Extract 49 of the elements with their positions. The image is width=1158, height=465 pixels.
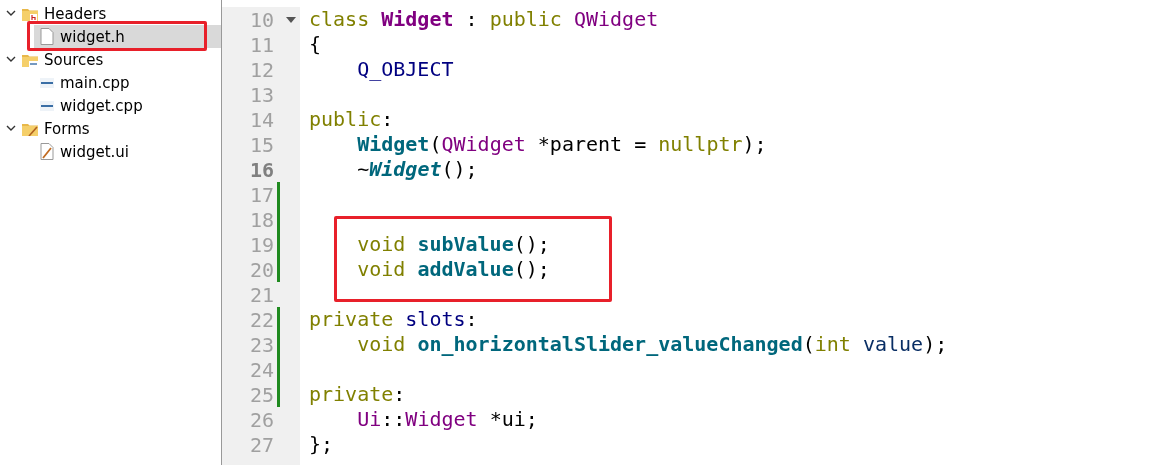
- line-number: 23: [248, 332, 274, 357]
- folder-icon: [22, 6, 38, 21]
- line-number: 15: [248, 132, 274, 157]
- tree-item[interactable]: main.cpp: [0, 71, 221, 94]
- tree-item[interactable]: Sources: [0, 48, 221, 71]
- source-file-icon: [40, 76, 54, 89]
- line-number: 27: [248, 432, 274, 457]
- line-number: 24: [248, 357, 274, 382]
- tree-item[interactable]: widget.h: [34, 25, 221, 48]
- line-number: 26: [248, 407, 274, 432]
- tree-item[interactable]: Forms: [0, 117, 221, 140]
- code-line: class Widget : public QWidget: [309, 7, 659, 31]
- code-line: void on_horizontalSlider_valueChanged(int value);: [356, 332, 948, 356]
- line-number: 11: [248, 32, 274, 57]
- code-line: Widget(QWidget *parent = nullptr);: [356, 132, 767, 156]
- folder-icon: [22, 121, 38, 136]
- folder-icon: [22, 52, 38, 67]
- code-line: ~Widget();: [356, 157, 478, 181]
- code-line: Ui::Widget *ui;: [356, 407, 538, 431]
- tree-item[interactable]: Headers: [0, 2, 221, 25]
- form-file-icon: [40, 143, 54, 160]
- code-line: public:: [309, 107, 394, 131]
- line-number: 16: [248, 157, 274, 182]
- source-file-icon: [40, 99, 54, 112]
- line-number: 22: [248, 307, 274, 332]
- code-line: private:: [309, 382, 406, 406]
- line-number: 21: [248, 282, 274, 307]
- line-number: 17: [248, 182, 274, 207]
- tree-item[interactable]: widget.cpp: [0, 94, 221, 117]
- code-line: };: [309, 432, 334, 456]
- chevron-down-icon[interactable]: [6, 10, 16, 17]
- chevron-down-icon[interactable]: [6, 125, 16, 132]
- line-number: 18: [248, 207, 274, 232]
- line-number: 10: [248, 7, 274, 32]
- chevron-down-icon[interactable]: [6, 56, 16, 63]
- line-number: 13: [248, 82, 274, 107]
- line-number: 20: [248, 257, 274, 282]
- code-line: Q_OBJECT: [356, 57, 454, 81]
- tree-item[interactable]: widget.ui: [0, 140, 221, 163]
- code-line: void addValue();: [356, 257, 550, 281]
- line-number: 19: [248, 232, 274, 257]
- file-icon: [40, 28, 54, 45]
- fold-arrow-icon[interactable]: [286, 16, 296, 23]
- line-number: 14: [248, 107, 274, 132]
- code-line: private slots:: [309, 307, 478, 331]
- line-number: 25: [248, 382, 274, 407]
- line-number: 12: [248, 57, 274, 82]
- code-line: void subValue();: [356, 232, 550, 256]
- code-line: {: [309, 32, 322, 56]
